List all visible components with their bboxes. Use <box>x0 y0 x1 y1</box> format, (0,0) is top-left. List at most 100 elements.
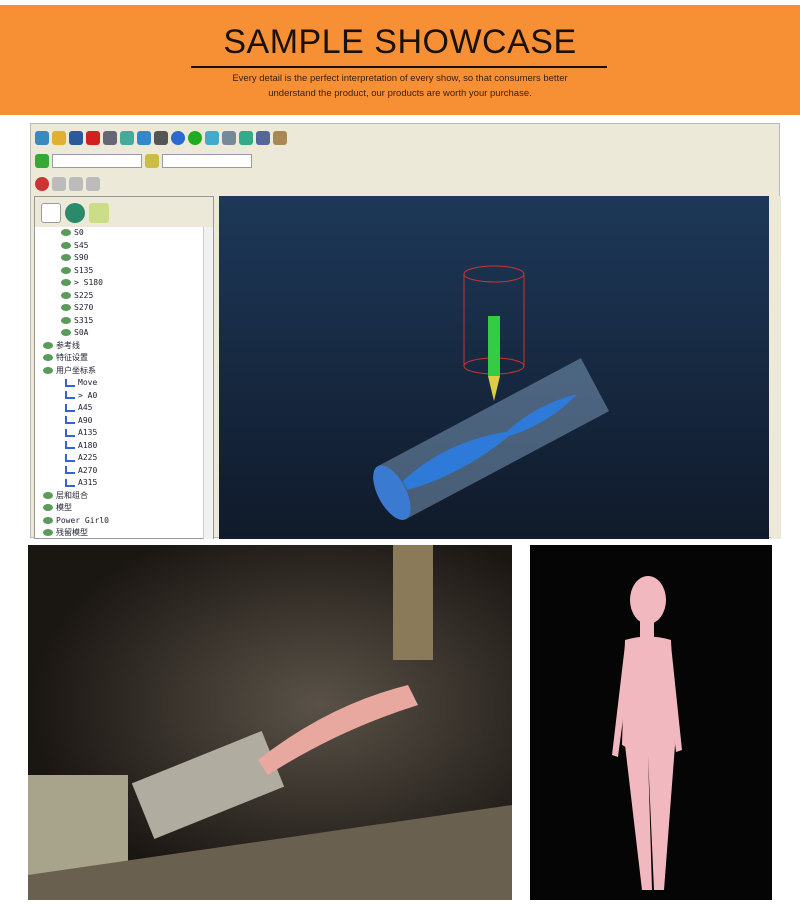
tree-item[interactable]: A180 <box>35 440 213 453</box>
tree-item[interactable]: S315 <box>35 315 213 328</box>
tree-item[interactable]: 层和组合 <box>35 490 213 503</box>
tree-item-label: S0A <box>74 328 89 337</box>
tree-item[interactable]: S45 <box>35 240 213 253</box>
tree-item[interactable]: 模型 <box>35 502 213 515</box>
tree-node-icon <box>65 428 75 437</box>
tree-scrollbar[interactable] <box>203 227 213 539</box>
tree-node-icon <box>61 316 71 324</box>
tree-item[interactable]: 用户坐标系 <box>35 365 213 378</box>
tree-node-icon <box>61 241 71 249</box>
tab-tree[interactable] <box>41 203 61 223</box>
tree-item[interactable]: Move <box>35 377 213 390</box>
tree-item-label: 模型 <box>56 503 72 512</box>
folder-icon[interactable] <box>52 131 66 145</box>
tab-bin[interactable] <box>89 203 109 223</box>
tree-item-label: Move <box>78 378 98 387</box>
tree-item-label: 用户坐标系 <box>56 365 96 375</box>
toolbar-main <box>35 128 287 148</box>
tool-icon[interactable] <box>120 131 134 145</box>
tool-icon[interactable] <box>256 131 270 145</box>
tree-item-label: A90 <box>78 415 93 425</box>
spindle <box>393 545 433 660</box>
tree-item-label: S315 <box>74 315 94 325</box>
tree-item[interactable]: Power Girl0 <box>35 515 213 528</box>
tool-icon[interactable] <box>154 131 168 145</box>
cutter-tip <box>488 376 500 401</box>
record-icon[interactable] <box>35 177 49 191</box>
tree-item[interactable]: 参考线 <box>35 340 213 353</box>
tree-node-icon <box>43 491 53 499</box>
tree-node-icon <box>65 416 75 424</box>
tree-item-label: > A0 <box>78 390 98 400</box>
tree-item-label: S45 <box>74 240 89 250</box>
layer-select[interactable] <box>52 154 142 168</box>
tree-item[interactable]: > A0 <box>35 390 213 403</box>
header-banner: SAMPLE SHOWCASE Every detail is the perf… <box>0 5 800 115</box>
tree-node-icon <box>65 466 75 474</box>
tree-node-icon <box>43 341 53 349</box>
tree-node-icon <box>65 391 75 399</box>
tree-item-label: 特征设置 <box>56 353 88 362</box>
tool-icon[interactable] <box>239 131 253 145</box>
tree-item[interactable]: A315 <box>35 477 213 490</box>
tree-node-icon <box>61 291 71 299</box>
view-icon[interactable] <box>69 177 83 191</box>
tree-node-icon <box>61 254 71 261</box>
tool-icon[interactable] <box>273 131 287 145</box>
finished-figure-photo <box>530 545 772 900</box>
tree-item-label: A45 <box>78 403 93 412</box>
tool-icon[interactable] <box>137 131 151 145</box>
right-toolbar <box>771 196 781 539</box>
tree-item[interactable]: A45 <box>35 402 213 415</box>
tree-item-label: S0 <box>74 228 84 237</box>
stock-cylinder <box>373 358 610 520</box>
close-icon[interactable] <box>86 131 100 145</box>
save-icon[interactable] <box>69 131 83 145</box>
tree-item[interactable]: A270 <box>35 465 213 478</box>
feature-tree: S0 S45 S90 S135 > S180 S225 S270 S315 S0A 参考线 特征设置… <box>35 227 213 540</box>
tree-item-label: 残留模型 <box>56 528 88 537</box>
tree-item[interactable]: > S180 <box>35 277 213 290</box>
info-icon[interactable] <box>171 131 185 145</box>
tree-item[interactable]: A225 <box>35 452 213 465</box>
tree-node-icon <box>43 504 53 511</box>
tool-icon[interactable] <box>222 131 236 145</box>
open-icon[interactable] <box>35 131 49 145</box>
layer-icon[interactable] <box>35 154 49 168</box>
tree-item[interactable]: A135 <box>35 427 213 440</box>
tree-item-label: > S180 <box>74 278 103 287</box>
tree-item[interactable]: S0 <box>35 227 213 240</box>
tree-item-label: Power Girl0 <box>56 515 109 525</box>
tree-node-icon <box>43 529 53 536</box>
tool-select[interactable] <box>162 154 252 168</box>
view-icon[interactable] <box>86 177 100 191</box>
3d-viewport[interactable] <box>219 196 769 539</box>
tree-item-label: A270 <box>78 465 98 475</box>
tree-item[interactable]: A90 <box>35 415 213 428</box>
subtitle-line-1: Every detail is the perfect interpretati… <box>232 73 568 84</box>
view-icon[interactable] <box>52 177 66 191</box>
toolbar-view <box>35 174 100 194</box>
tree-item[interactable]: S270 <box>35 302 213 315</box>
run-icon[interactable] <box>188 131 202 145</box>
tree-item[interactable]: 特征设置 <box>35 352 213 365</box>
tree-item-label: A315 <box>78 478 98 487</box>
tool-icon[interactable] <box>103 131 117 145</box>
tree-item[interactable]: S0A <box>35 327 213 340</box>
tree-item-label: A180 <box>78 440 98 450</box>
tree-node-icon <box>65 378 75 387</box>
tree-item-label: A135 <box>78 428 98 437</box>
tree-node-icon <box>65 478 75 487</box>
tree-item[interactable]: S225 <box>35 290 213 303</box>
tree-item[interactable]: 残留模型 <box>35 527 213 540</box>
tree-item-label: S225 <box>74 290 94 300</box>
tab-globe[interactable] <box>65 203 85 223</box>
tool-icon[interactable] <box>205 131 219 145</box>
crown-icon[interactable] <box>145 154 159 168</box>
tree-item[interactable]: S135 <box>35 265 213 278</box>
tree-item[interactable]: S90 <box>35 252 213 265</box>
tree-node-icon <box>65 441 75 449</box>
tree-node-icon <box>65 403 75 412</box>
tree-node-icon <box>43 354 53 361</box>
tree-item-label: S90 <box>74 253 89 262</box>
